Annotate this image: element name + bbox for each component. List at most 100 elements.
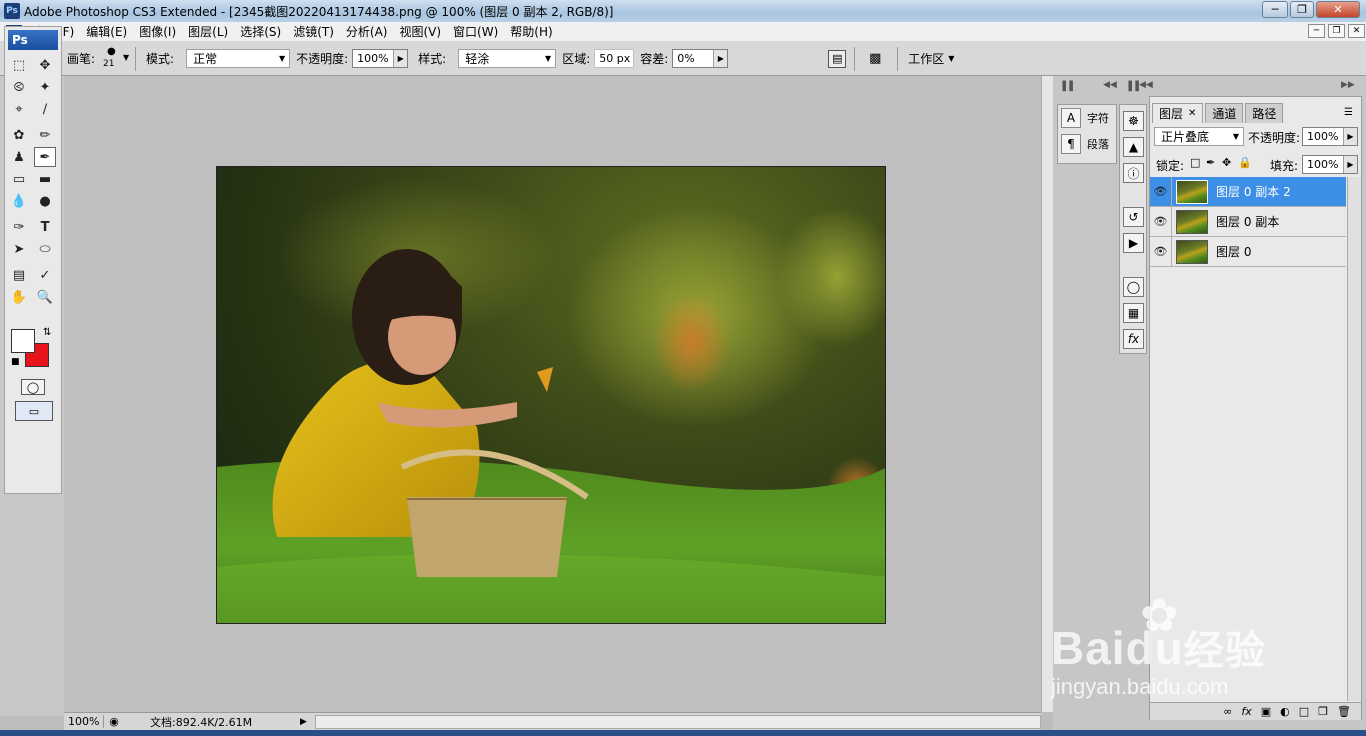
chevron-right-icon[interactable]: ▶ <box>713 50 728 67</box>
lock-position-icon[interactable]: ✥ <box>1222 156 1231 169</box>
zoom-tool-icon[interactable]: 🔍 <box>34 287 56 307</box>
tab-paths[interactable]: 路径 <box>1245 103 1284 123</box>
notes-tool-icon[interactable]: ▤ <box>8 265 30 285</box>
history-brush-tool-icon[interactable]: ✒ <box>34 147 56 167</box>
healing-brush-tool-icon[interactable]: ✿ <box>8 125 30 145</box>
collapse-right-icon[interactable]: ▶▶ <box>1341 80 1355 90</box>
blur-tool-icon[interactable]: 💧 <box>8 191 30 211</box>
expand-icon[interactable]: ◀◀ <box>1103 80 1117 90</box>
chevron-right-icon[interactable]: ▶ <box>1343 156 1357 173</box>
menu-window[interactable]: 窗口(W) <box>447 23 504 40</box>
status-info-icon[interactable]: ◉ <box>104 715 124 728</box>
menu-help[interactable]: 帮助(H) <box>504 23 558 40</box>
actions-icon[interactable]: ▶ <box>1123 233 1144 253</box>
eyedropper-tool-icon[interactable]: ✓ <box>34 265 56 285</box>
lock-image-icon[interactable]: ✒ <box>1206 156 1215 169</box>
path-selection-tool-icon[interactable]: ➤ <box>8 239 30 259</box>
swap-colors-icon[interactable]: ⇅ <box>43 327 51 338</box>
menu-image[interactable]: 图像(I) <box>133 23 182 40</box>
style-select[interactable]: 轻涂 ▼ <box>458 49 557 68</box>
collapse-icon[interactable]: ▐▐ <box>1125 82 1139 92</box>
marquee-tool-icon[interactable]: ⬚ <box>8 55 30 75</box>
doc-minimize-button[interactable]: ─ <box>1308 24 1325 38</box>
trash-icon[interactable]: 🗑 <box>1337 705 1351 718</box>
info-icon[interactable]: ⓘ <box>1123 163 1144 183</box>
zoom-level[interactable]: 100% <box>64 715 104 728</box>
quick-mask-icon[interactable]: ◯ <box>21 379 45 395</box>
dodge-tool-icon[interactable]: ● <box>34 191 56 211</box>
opacity-field[interactable]: 100% ▶ <box>352 49 409 68</box>
mode-select[interactable]: 正常 ▼ <box>186 49 291 68</box>
foreground-color-swatch[interactable] <box>11 329 35 353</box>
blend-mode-select[interactable]: 正片叠底 ▼ <box>1154 127 1244 146</box>
chevron-right-icon[interactable]: ▶ <box>393 50 408 67</box>
menu-layer[interactable]: 图层(L) <box>182 23 234 40</box>
adjustment-layer-icon[interactable]: ◐ <box>1280 705 1290 718</box>
expand-icon[interactable]: ◀◀ <box>1139 80 1153 90</box>
close-icon[interactable]: ✕ <box>1188 108 1196 119</box>
default-colors-icon[interactable]: ■ <box>11 357 20 367</box>
menu-view[interactable]: 视图(V) <box>393 23 447 40</box>
area-field[interactable]: 50 px <box>594 49 635 68</box>
minimize-button[interactable]: ─ <box>1262 1 1288 18</box>
layer-row[interactable]: 👁 图层 0 副本 <box>1150 206 1346 237</box>
collapse-icon[interactable]: ▐▐ <box>1059 82 1073 92</box>
paragraph-button[interactable]: ¶ 段落 <box>1058 131 1116 157</box>
type-tool-icon[interactable]: T <box>34 217 56 237</box>
menu-select[interactable]: 选择(S) <box>234 23 287 40</box>
doc-restore-button[interactable]: ❐ <box>1328 24 1345 38</box>
visibility-eye-icon[interactable]: 👁 <box>1150 236 1172 267</box>
histogram-icon[interactable]: ▲ <box>1123 137 1144 157</box>
brush-tool-icon[interactable]: ✏ <box>34 125 56 145</box>
character-button[interactable]: A 字符 <box>1058 105 1116 131</box>
new-group-icon[interactable]: □ <box>1299 705 1309 718</box>
lasso-tool-icon[interactable]: ⧀ <box>8 77 30 97</box>
palette-well-icon[interactable]: ▤ <box>828 49 847 68</box>
visibility-eye-icon[interactable]: 👁 <box>1150 206 1172 237</box>
crop-tool-icon[interactable]: ⌖ <box>8 99 30 119</box>
status-menu-arrow-icon[interactable]: ▶ <box>300 717 307 727</box>
layer-row[interactable]: 👁 图层 0 <box>1150 236 1346 267</box>
layers-scrollbar[interactable] <box>1347 177 1361 701</box>
lock-all-icon[interactable]: 🔒 <box>1238 156 1252 169</box>
tab-layers[interactable]: 图层 ✕ <box>1152 103 1204 123</box>
tolerance-field[interactable]: 0% ▶ <box>672 49 729 68</box>
magic-wand-tool-icon[interactable]: ✦ <box>34 77 56 97</box>
navigator-icon[interactable]: ☸ <box>1123 111 1144 131</box>
pen-tool-icon[interactable]: ✑ <box>8 217 30 237</box>
visibility-eye-icon[interactable]: 👁 <box>1150 176 1172 207</box>
slice-tool-icon[interactable]: ∕ <box>34 99 56 119</box>
menu-analysis[interactable]: 分析(A) <box>340 23 394 40</box>
lock-transparent-icon[interactable]: □ <box>1190 156 1200 169</box>
vertical-scrollbar[interactable] <box>1041 76 1053 712</box>
hand-tool-icon[interactable]: ✋ <box>8 287 30 307</box>
fill-field[interactable]: 100% ▶ <box>1302 155 1358 174</box>
menu-filter[interactable]: 滤镜(T) <box>287 23 340 40</box>
layer-row[interactable]: 👁 图层 0 副本 2 <box>1150 176 1346 207</box>
layer-style-fx-icon[interactable]: fx <box>1241 705 1251 718</box>
workspace-menu[interactable]: 工作区 <box>908 50 944 67</box>
gradient-tool-icon[interactable]: ▬ <box>34 169 56 189</box>
doc-close-button[interactable]: ✕ <box>1348 24 1365 38</box>
bridge-icon[interactable]: ▩ <box>863 50 887 68</box>
layer-opacity-field[interactable]: 100% ▶ <box>1302 127 1358 146</box>
clone-stamp-tool-icon[interactable]: ♟ <box>8 147 30 167</box>
restore-button[interactable]: ❐ <box>1290 1 1314 18</box>
ellipse-tool-icon[interactable]: ⬭ <box>34 239 56 259</box>
document-image[interactable] <box>216 166 886 624</box>
swatches-icon[interactable]: ▦ <box>1123 303 1144 323</box>
tab-channels[interactable]: 通道 <box>1205 103 1244 123</box>
chevron-right-icon[interactable]: ▶ <box>1343 128 1357 145</box>
new-layer-icon[interactable]: ❐ <box>1318 705 1328 718</box>
panel-menu-icon[interactable]: ☰ <box>1344 107 1353 118</box>
styles-fx-icon[interactable]: fx <box>1123 329 1144 349</box>
close-button[interactable]: ✕ <box>1316 1 1360 18</box>
horizontal-scrollbar[interactable] <box>314 714 1041 729</box>
menu-edit[interactable]: 编辑(E) <box>80 23 133 40</box>
eraser-tool-icon[interactable]: ▭ <box>8 169 30 189</box>
history-icon[interactable]: ↺ <box>1123 207 1144 227</box>
color-icon[interactable]: ◯ <box>1123 277 1144 297</box>
brush-picker[interactable]: ● 21 ▼ <box>99 46 131 72</box>
layer-mask-icon[interactable]: ▣ <box>1261 705 1271 718</box>
screen-mode-icon[interactable]: ▭ <box>15 401 53 421</box>
